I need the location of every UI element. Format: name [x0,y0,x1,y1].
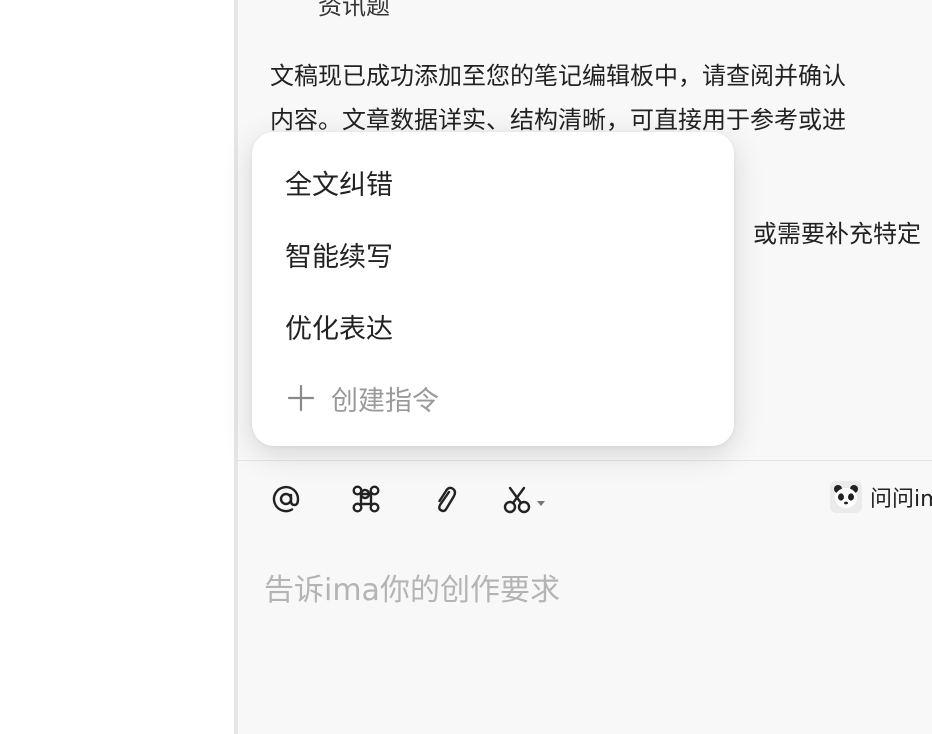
menu-item-smart-continue[interactable]: 智能续写 [285,230,393,278]
composer-input-area [238,545,932,734]
create-instruction-label: 创建指令 [331,385,439,417]
at-icon[interactable] [266,479,306,519]
message-line-1: 文稿现已成功添加至您的笔记编辑板中，请查阅并确认 [270,62,846,90]
plus-icon [285,382,317,414]
panda-icon [830,481,862,513]
message-fragment: 或需要补充特定 [753,220,921,248]
message-paragraph: 文稿现已成功添加至您的笔记编辑板中，请查阅并确认 内容。文章数据详实、结构清晰，… [270,54,846,142]
ask-ima-label: 问问ima [870,487,932,512]
prompt-input[interactable] [262,559,906,621]
composer-toolbar: 问问ima [238,461,932,539]
scissors-icon[interactable] [500,479,552,519]
message-partial-line: 资讯题 [318,0,390,20]
ask-ima-button[interactable]: 问问ima [830,481,932,513]
create-instruction-button[interactable]: 创建指令 [285,374,439,422]
attachment-icon[interactable] [426,479,466,519]
command-icon[interactable] [346,479,386,519]
left-pane [0,0,234,734]
menu-item-full-text-correction[interactable]: 全文纠错 [285,158,393,206]
menu-item-optimize-expression[interactable]: 优化表达 [285,302,393,350]
instruction-menu: 全文纠错 智能续写 优化表达 创建指令 [252,132,734,446]
